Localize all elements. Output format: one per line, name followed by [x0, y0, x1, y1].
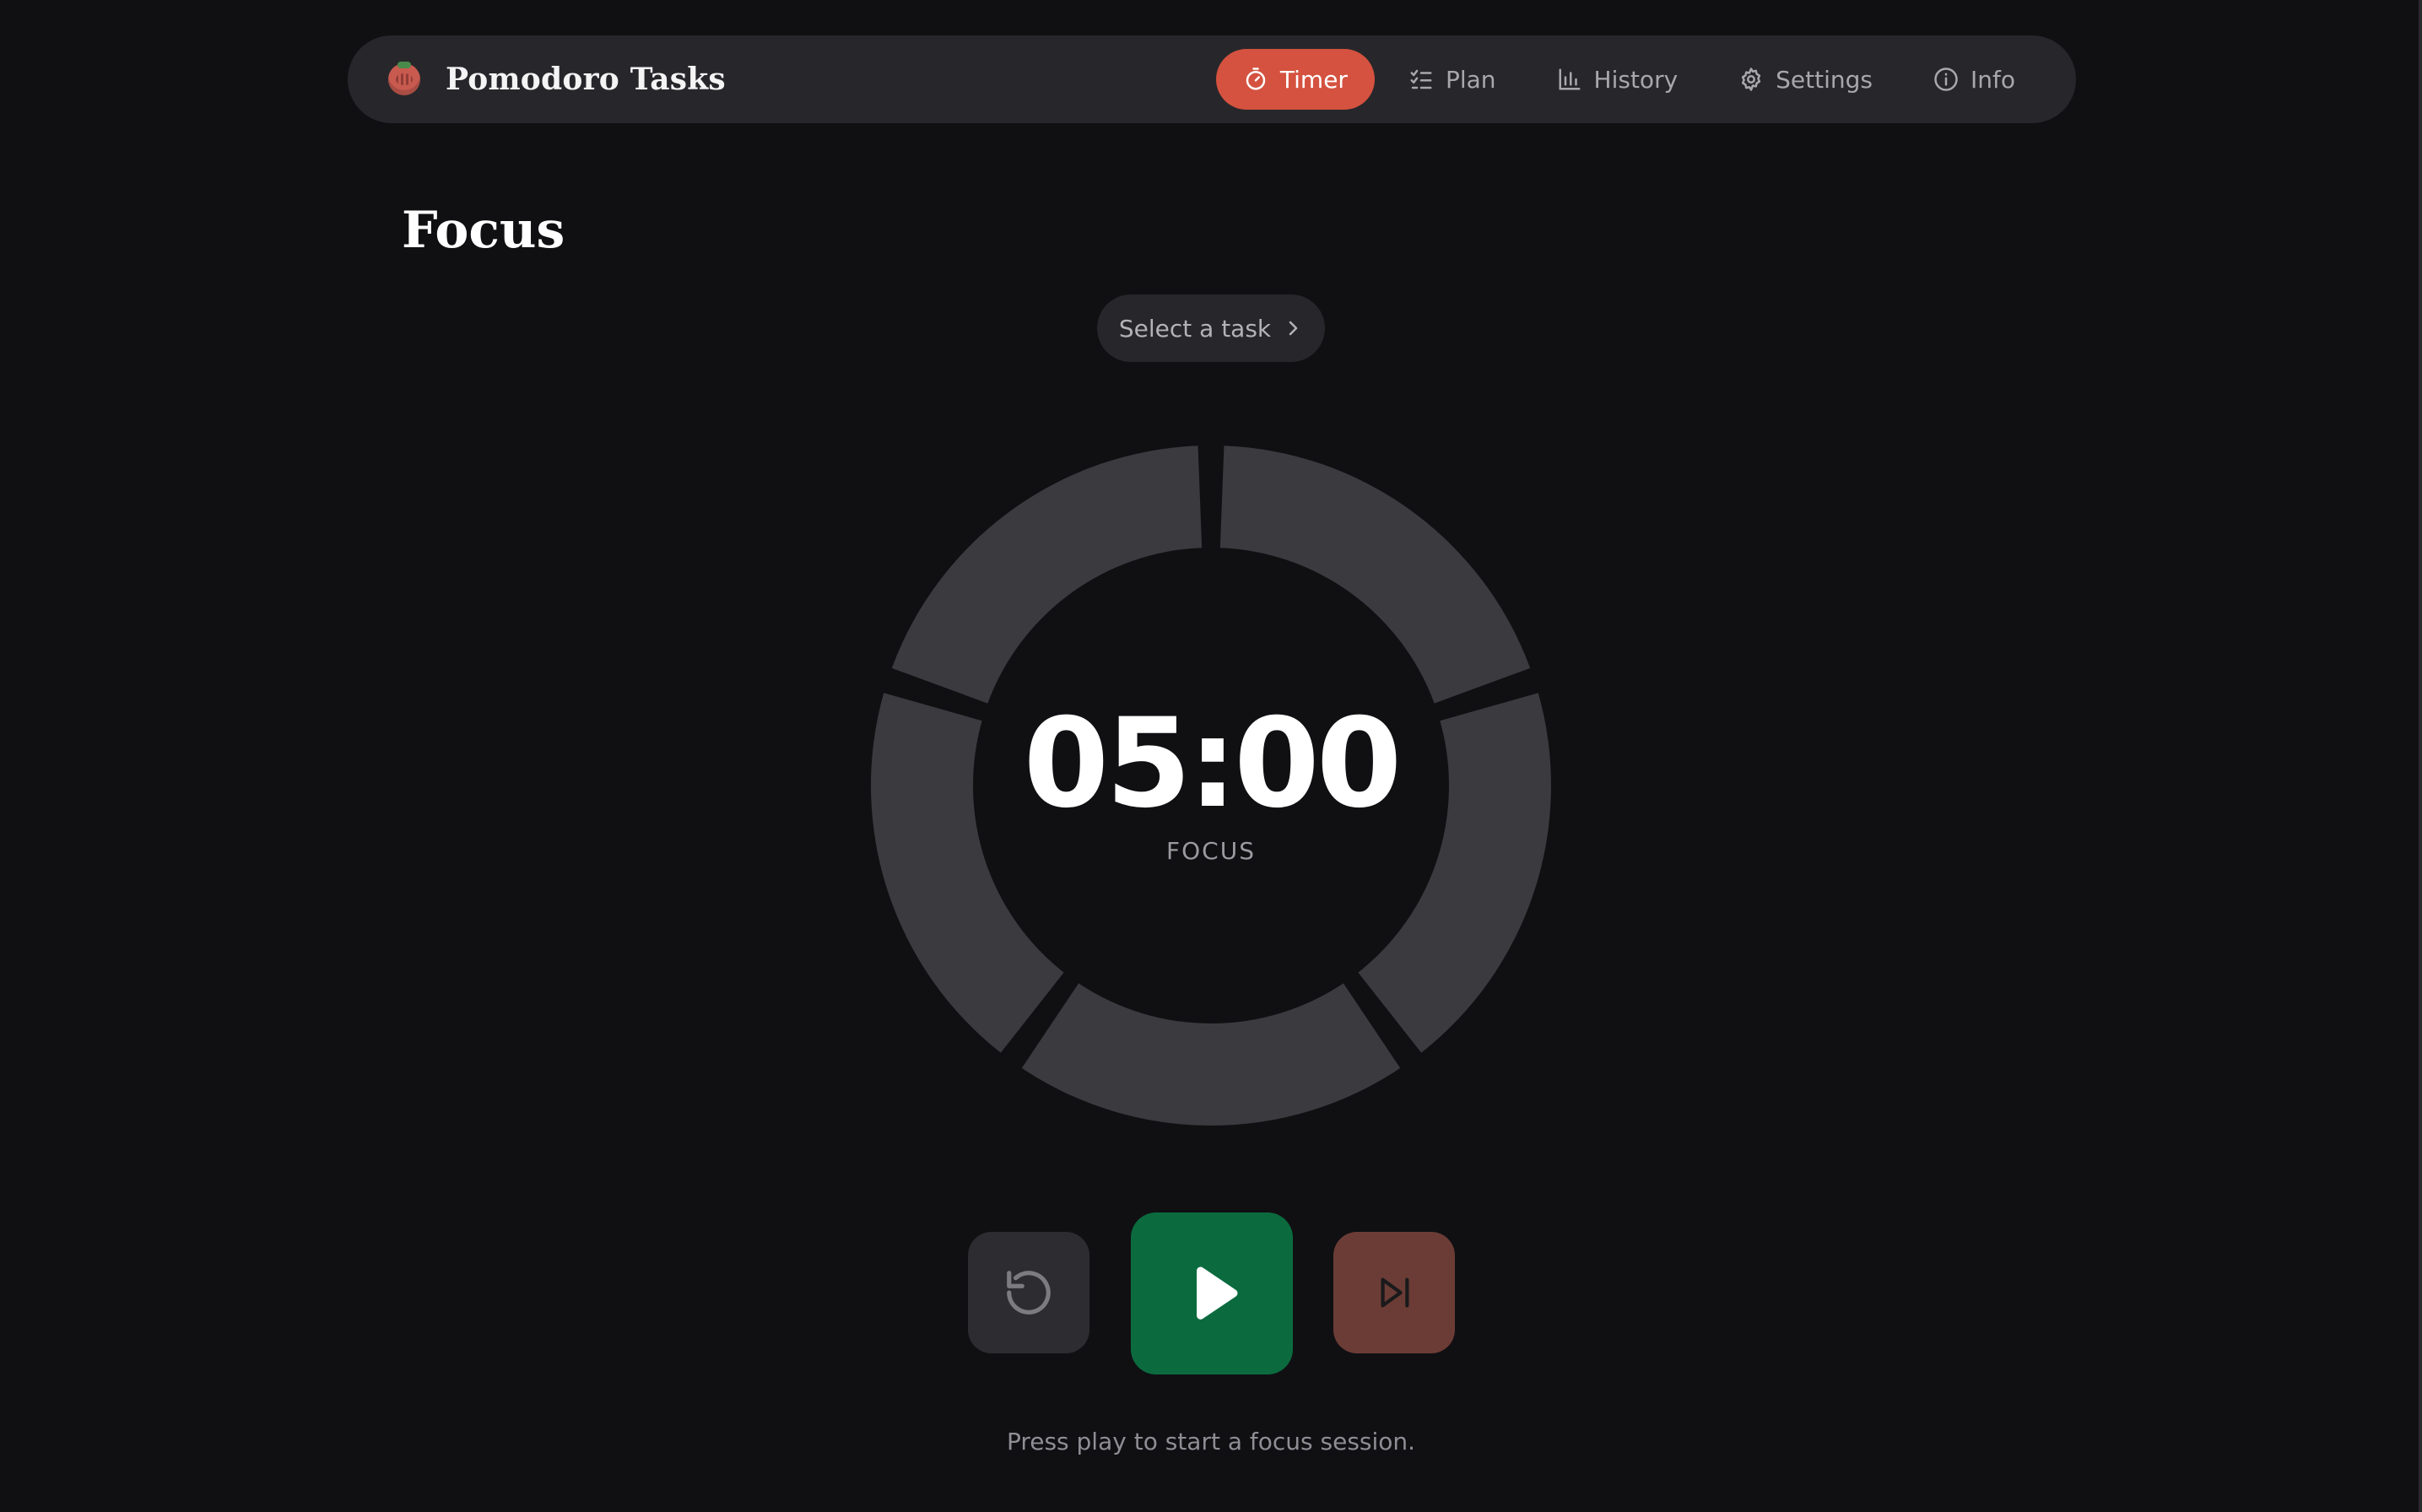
- timer-display: 05:00: [1023, 692, 1403, 835]
- ring-segment: [1219, 446, 1531, 704]
- select-task-label: Select a task: [1118, 314, 1272, 343]
- nav-tab-label: History: [1593, 65, 1679, 94]
- tomato-icon: [388, 62, 420, 95]
- chevron-right-icon: [1289, 321, 1298, 336]
- timer-mode-label: FOCUS: [1166, 837, 1256, 865]
- nav-tabs: Timer Plan History Settings Info: [1209, 47, 2042, 111]
- ring-segment: [1021, 983, 1401, 1126]
- stopwatch-icon: [1246, 68, 1266, 90]
- nav-tab-label: Settings: [1776, 65, 1873, 94]
- top-nav-bar: Pomodoro Tasks Timer Plan History Settin…: [348, 35, 2076, 123]
- app-title: Pomodoro Tasks: [446, 62, 726, 97]
- window-edge: [2419, 0, 2422, 1512]
- nav-tab-label: Timer: [1279, 65, 1348, 94]
- nav-tab-label: Plan: [1445, 65, 1496, 94]
- skip-forward-icon: [1381, 1277, 1409, 1308]
- skip-button[interactable]: [1333, 1232, 1455, 1353]
- brand[interactable]: Pomodoro Tasks: [388, 35, 726, 123]
- select-task-button[interactable]: Select a task: [1097, 294, 1325, 362]
- info-icon: [1934, 68, 1958, 91]
- gear-icon: [1742, 68, 1761, 91]
- play-button[interactable]: [1131, 1212, 1293, 1374]
- status-hint: Press play to start a focus session.: [1006, 1428, 1416, 1455]
- bar-chart-icon: [1559, 68, 1581, 90]
- rotate-ccw-icon: [1007, 1271, 1051, 1315]
- play-icon: [1197, 1266, 1238, 1320]
- page-title: Focus: [402, 201, 565, 260]
- nav-tab-timer[interactable]: Timer: [1215, 49, 1375, 110]
- checklist-icon: [1410, 69, 1432, 89]
- nav-tab-info[interactable]: Info: [1906, 49, 2042, 110]
- nav-tab-plan[interactable]: Plan: [1381, 49, 1523, 110]
- ring-segment: [891, 446, 1203, 704]
- nav-tab-label: Info: [1971, 65, 2015, 94]
- nav-tab-history[interactable]: History: [1530, 49, 1706, 110]
- nav-tab-settings[interactable]: Settings: [1711, 49, 1900, 110]
- reset-button[interactable]: [968, 1232, 1089, 1353]
